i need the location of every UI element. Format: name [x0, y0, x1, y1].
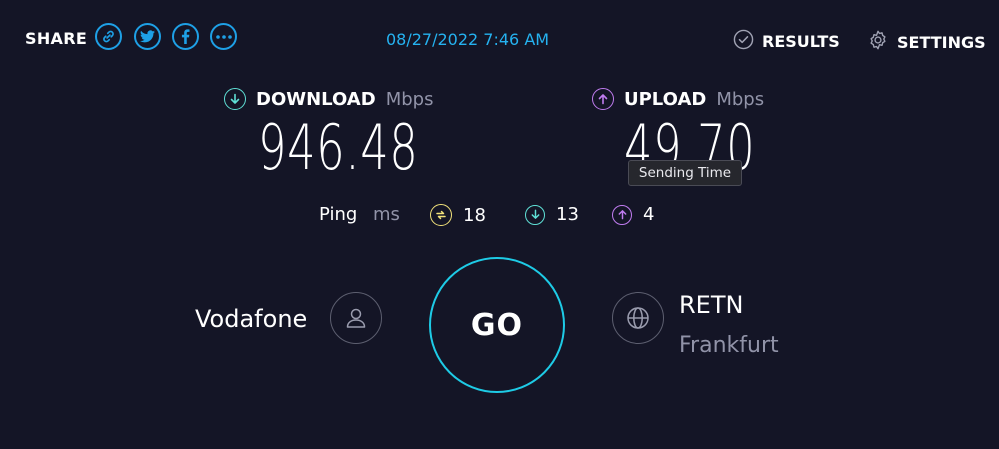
user-icon[interactable]: [330, 292, 382, 344]
download-arrow-icon: [224, 88, 246, 110]
link-icon[interactable]: [95, 23, 122, 50]
ping-unit: ms: [373, 204, 400, 225]
twitter-icon[interactable]: [134, 23, 161, 50]
download-label: DOWNLOAD: [256, 88, 376, 110]
upload-header: UPLOAD Mbps: [592, 88, 764, 110]
ping-idle-value: 18: [463, 204, 486, 226]
more-icon[interactable]: [210, 23, 237, 50]
gear-icon: [867, 29, 889, 55]
go-button[interactable]: GO: [429, 257, 565, 393]
results-label: RESULTS: [762, 32, 840, 51]
upload-unit: Mbps: [716, 88, 765, 110]
upload-label: UPLOAD: [624, 88, 707, 110]
server-name[interactable]: RETN: [679, 291, 743, 319]
idle-latency-icon: [430, 204, 452, 226]
download-latency-icon: [525, 204, 545, 225]
download-header: DOWNLOAD Mbps: [224, 88, 433, 110]
test-datetime: 08/27/2022 7:46 AM: [386, 30, 550, 49]
facebook-icon[interactable]: [172, 23, 199, 50]
upload-latency-icon: [612, 204, 632, 225]
settings-button[interactable]: SETTINGS: [867, 29, 986, 55]
ping-label: Ping: [319, 204, 358, 225]
server-location[interactable]: Frankfurt: [679, 333, 779, 358]
download-unit: Mbps: [385, 88, 434, 110]
results-button[interactable]: RESULTS: [733, 29, 840, 54]
settings-label: SETTINGS: [897, 32, 986, 52]
ping-download-value: 13: [556, 204, 579, 225]
sending-time-tooltip: Sending Time: [628, 160, 742, 186]
ping-upload-value: 4: [643, 204, 655, 225]
ping-idle: 18: [430, 204, 486, 226]
globe-icon[interactable]: [612, 292, 664, 344]
download-value: 946.48: [258, 111, 419, 184]
share-label: SHARE: [25, 29, 88, 48]
isp-name: Vodafone: [195, 305, 308, 333]
upload-arrow-icon: [592, 88, 614, 110]
check-circle-icon: [733, 29, 754, 54]
ping-upload: 4: [612, 204, 654, 225]
ping-download: 13: [525, 204, 579, 225]
